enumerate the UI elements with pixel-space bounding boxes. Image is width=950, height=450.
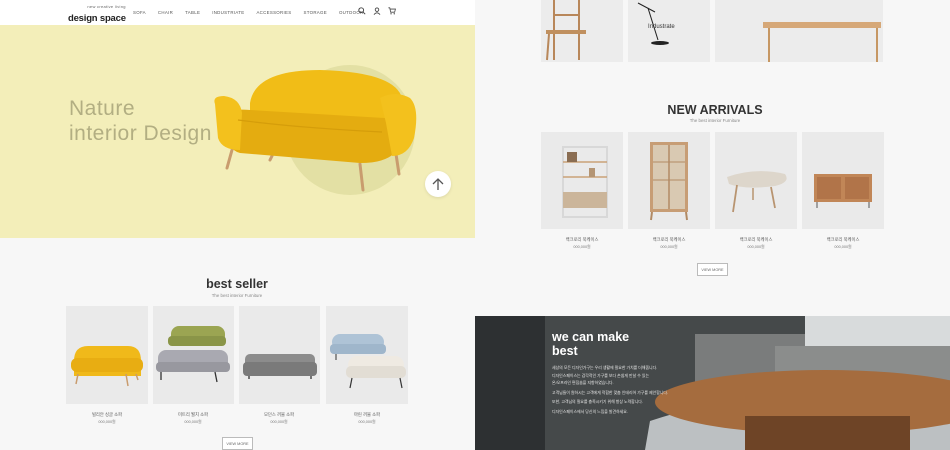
new-arrival-card-3[interactable]: [715, 132, 797, 229]
best-seller-card-3[interactable]: [239, 306, 320, 404]
product-image-yellow-sofa: [71, 346, 143, 387]
category-image-table: [763, 22, 881, 62]
search-icon[interactable]: [358, 7, 366, 15]
banner-title: we can make best: [552, 330, 629, 358]
banner-text-line4: 고객님들이 원하시는 고객에게 적합한 맞춤 인테리어 가구를 제안합니다.: [552, 390, 669, 395]
new-arrival-price-4: 000,000원: [834, 245, 852, 249]
banner-text-line6: 디자인스페이스에서 당신의 느낌을 발견하세요.: [552, 409, 628, 414]
main-nav: SOFA CHAIR TABLE INDUSTRIATE ACCESSORIES…: [133, 10, 376, 15]
site-logo[interactable]: new creative living design space: [68, 5, 126, 25]
banner-text-line3: 온/오프라인 편집숍을 지향하였습니다.: [552, 380, 614, 385]
banner-title-line2: best: [552, 344, 578, 358]
banner-text-line5: 또한, 고객님의 필요를 충족시키기 위해 항상 노력합니다.: [552, 399, 643, 404]
best-seller-name-4[interactable]: 마린 끼물 소파: [327, 412, 407, 418]
new-arrivals-title: NEW ARRIVALS: [667, 103, 763, 117]
new-arrival-card-1[interactable]: [541, 132, 623, 229]
product-image-glass-cabinet: [650, 142, 688, 221]
category-image-floor-lamp: [637, 2, 669, 45]
best-seller-name-3[interactable]: 모던스 끼물 소파: [239, 412, 319, 418]
new-arrival-price-3: 000,000원: [747, 245, 765, 249]
best-seller-price-1: 000,000원: [98, 420, 116, 424]
product-image-bookshelf-white: [562, 146, 608, 218]
header-icons: [358, 7, 396, 15]
new-arrival-name-2[interactable]: 백크로리 북케이스: [629, 237, 709, 243]
category-card-industrate[interactable]: Industrate: [628, 0, 710, 62]
nav-item-industriate[interactable]: INDUSTRIATE: [212, 10, 244, 15]
nav-item-chair[interactable]: CHAIR: [158, 10, 173, 15]
banner-photo-sofa-table: [475, 316, 950, 450]
category-card-chair[interactable]: [541, 0, 623, 62]
cart-icon[interactable]: [388, 7, 396, 15]
logo-tagline: new creative living: [87, 4, 126, 9]
best-seller-subtitle: The best interior Furniture: [211, 293, 263, 298]
new-arrival-name-1[interactable]: 백크로리 북케이스: [542, 237, 622, 243]
best-seller-card-1[interactable]: [66, 306, 148, 404]
logo-text: design space: [68, 13, 126, 24]
about-banner: [475, 316, 950, 450]
banner-text-line1: 세상의 모든 디자인가구는 우리 생활에 필요한 가치를 더해줍니다.: [552, 365, 658, 370]
best-seller-card-2[interactable]: [153, 306, 234, 404]
product-image-green-grey-sofa: [156, 326, 230, 383]
category-card-table[interactable]: [715, 0, 883, 62]
best-seller-price-3: 000,000원: [270, 420, 288, 424]
hero-title-line1: Nature: [69, 97, 136, 120]
best-seller-name-1[interactable]: 빌리안 싱글 소파: [67, 412, 147, 418]
new-arrivals-view-more-button[interactable]: VIEW MORE: [697, 263, 728, 276]
category-image-chair: [546, 0, 586, 61]
new-arrival-price-1: 000,000원: [573, 245, 591, 249]
best-seller-view-more-button[interactable]: VIEW MORE: [222, 437, 253, 450]
nav-item-table[interactable]: TABLE: [185, 10, 200, 15]
category-label-industrate: Industrate: [648, 24, 675, 30]
product-image-coffee-table: [727, 171, 787, 213]
best-seller-name-2[interactable]: 미트리 월치 소파: [153, 412, 233, 418]
new-arrival-price-2: 000,000원: [660, 245, 678, 249]
new-arrival-card-4[interactable]: [802, 132, 884, 229]
best-seller-price-2: 000,000원: [184, 420, 202, 424]
product-image-grey-sofa: [243, 354, 317, 379]
hero-title: Nature interior Design: [69, 96, 212, 146]
new-arrival-card-2[interactable]: [628, 132, 710, 229]
hero-title-line2: interior Design: [69, 122, 212, 145]
nav-item-storage[interactable]: STORAGE: [303, 10, 327, 15]
new-arrival-name-3[interactable]: 백크로리 북케이스: [716, 237, 796, 243]
product-image-blue-white-sofa: [330, 334, 406, 389]
nav-item-accessories[interactable]: ACCESSORIES: [256, 10, 291, 15]
best-seller-price-4: 000,000원: [358, 420, 376, 424]
best-seller-title: best seller: [206, 277, 268, 291]
arrow-up-icon: [432, 178, 444, 190]
user-icon[interactable]: [373, 7, 381, 15]
banner-text-line2: 디자인스페이스는 감각적인 가구를 보다 손쉽게 만날 수 있는: [552, 373, 650, 378]
banner-title-line1: we can make: [552, 330, 630, 344]
best-seller-card-4[interactable]: [326, 306, 408, 404]
new-arrival-name-4[interactable]: 백크로리 북케이스: [803, 237, 883, 243]
scroll-to-top-button[interactable]: [425, 171, 451, 197]
new-arrivals-subtitle: The best interior Furniture: [689, 118, 741, 123]
nav-item-sofa[interactable]: SOFA: [133, 10, 146, 15]
hero-sofa-image: [214, 70, 417, 192]
product-image-low-shelf: [814, 174, 872, 208]
